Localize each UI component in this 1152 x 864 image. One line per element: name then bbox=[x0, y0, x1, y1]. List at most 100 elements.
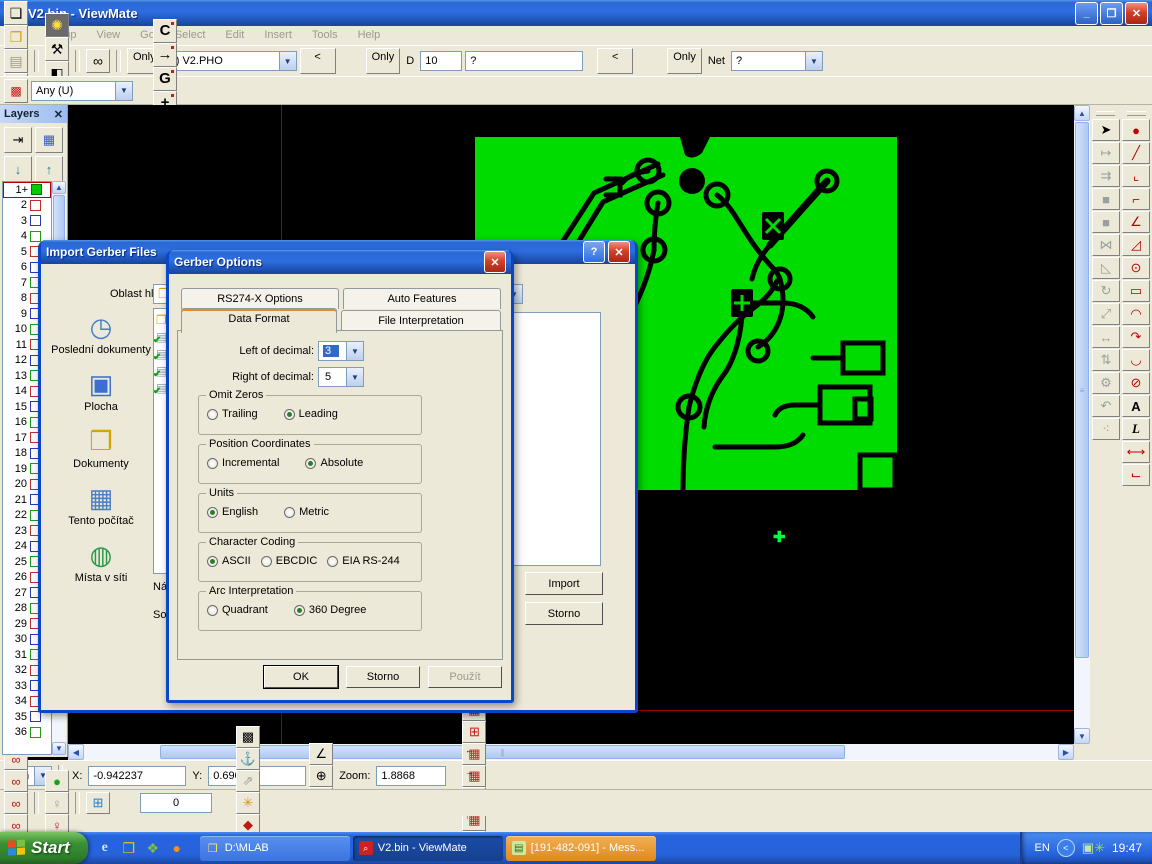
select-pointer-icon[interactable]: ➤ bbox=[1092, 119, 1120, 141]
radio-360-degree[interactable]: 360 Degree bbox=[294, 604, 367, 616]
dialog-titlebar[interactable]: Gerber Options ✕ bbox=[169, 250, 511, 274]
dcode-query-input[interactable]: ? bbox=[465, 51, 583, 71]
radio-english[interactable]: English bbox=[207, 506, 258, 518]
horizontal-scrollbar[interactable]: ◀ ∥ ▶ bbox=[68, 744, 1074, 760]
tab-data-format[interactable]: Data Format bbox=[181, 308, 337, 333]
layers-panel-titlebar[interactable]: Layers ✕ bbox=[0, 105, 67, 123]
draw-arc-angle-icon[interactable]: ∠ bbox=[1122, 211, 1150, 233]
ok-button[interactable]: OK bbox=[264, 666, 338, 688]
radio-ebcdic[interactable]: EBCDIC bbox=[261, 555, 318, 567]
chevron-down-icon[interactable]: ▼ bbox=[346, 368, 363, 386]
scroll-up-icon[interactable]: ▲ bbox=[52, 181, 66, 194]
draw-arc2-icon[interactable]: ↷ bbox=[1122, 326, 1150, 348]
draw-dimension-icon[interactable]: ⟷ bbox=[1122, 441, 1150, 463]
right-of-decimal-combo[interactable]: 5 ▼ bbox=[318, 367, 364, 387]
vertical-scrollbar[interactable]: ▲ ≡ ▼ bbox=[1074, 105, 1090, 744]
rotate-icon[interactable]: ↻ bbox=[1092, 280, 1120, 302]
layer-color-swatch[interactable] bbox=[30, 215, 41, 226]
taskbar-task--191-482-091-mess-[interactable]: ▤[191-482-091] - Mess... bbox=[506, 836, 656, 861]
scroll-right-icon[interactable]: ▶ bbox=[1058, 744, 1074, 760]
radio-ascii[interactable]: ASCII bbox=[207, 555, 251, 567]
radio-incremental[interactable]: Incremental bbox=[207, 457, 279, 469]
move-to-icon[interactable]: ↦ bbox=[1092, 142, 1120, 164]
taskbar-task-v2-bin-viewmate[interactable]: ⌕V2.bin - ViewMate bbox=[353, 836, 503, 861]
layer-row-36[interactable]: 36 bbox=[3, 725, 51, 741]
draw-curve-icon[interactable]: ◠ bbox=[1122, 303, 1150, 325]
cancel-button[interactable]: Storno bbox=[525, 602, 603, 625]
close-icon[interactable]: ✕ bbox=[54, 108, 63, 121]
layer-select-combo[interactable]: 1) V2.PHO▼ bbox=[165, 51, 297, 71]
layer-color-swatch[interactable] bbox=[30, 231, 41, 242]
angle-icon[interactable]: ∠ bbox=[309, 743, 333, 765]
restore-button[interactable]: ❐ bbox=[1100, 2, 1123, 25]
tab-file-interpretation[interactable]: File Interpretation bbox=[341, 310, 501, 332]
table-window-icon[interactable]: ⊞ bbox=[86, 792, 110, 814]
gear-icon[interactable]: ⚙ bbox=[1092, 372, 1120, 394]
draw-outline-icon[interactable]: ⌐ bbox=[1122, 188, 1150, 210]
selected-files-list[interactable] bbox=[513, 312, 601, 566]
menu-item-select[interactable]: Select bbox=[175, 29, 206, 42]
minimize-button[interactable]: _ bbox=[1075, 2, 1098, 25]
skew-icon[interactable]: ◺ bbox=[1092, 257, 1120, 279]
scroll-down-icon[interactable]: ▼ bbox=[52, 742, 66, 755]
close-button[interactable]: ✕ bbox=[1125, 2, 1148, 25]
only-dcode-button[interactable]: Only bbox=[366, 48, 401, 74]
close-button[interactable]: ✕ bbox=[484, 251, 506, 273]
x-coordinate-field[interactable]: -0.942237 bbox=[88, 766, 186, 786]
net-select-combo[interactable]: ?▼ bbox=[731, 51, 823, 71]
tools-icon[interactable]: ⚒ bbox=[45, 37, 69, 61]
layer-color-swatch[interactable] bbox=[31, 184, 42, 195]
draw-ellipse-icon[interactable]: ⊘ bbox=[1122, 372, 1150, 394]
tray-notes-icon[interactable]: ▣ bbox=[1082, 840, 1094, 855]
menu-item-insert[interactable]: Insert bbox=[264, 29, 292, 42]
flash-star-icon[interactable]: ✳ bbox=[236, 792, 260, 814]
draw-triangle-icon[interactable]: ◿ bbox=[1122, 234, 1150, 256]
save-icon[interactable]: ▤ bbox=[4, 49, 28, 73]
aperture-star-icon[interactable]: ✺ bbox=[45, 13, 69, 37]
chevron-down-icon[interactable]: ▼ bbox=[115, 82, 132, 100]
place-desktop-icon[interactable]: ▣Plocha bbox=[51, 369, 151, 413]
nudge-icon[interactable]: ⇅ bbox=[1092, 349, 1120, 371]
draw-circle-icon[interactable]: ⊙ bbox=[1122, 257, 1150, 279]
view-traces-glasses-icon[interactable]: ∞ bbox=[4, 770, 28, 792]
traffic-light-icon[interactable]: ● bbox=[45, 770, 69, 792]
icq-flower-icon[interactable]: ✳ bbox=[1094, 840, 1105, 855]
menu-item-tools[interactable]: Tools bbox=[312, 29, 338, 42]
origin-crosshair-icon[interactable]: ⊕ bbox=[309, 765, 333, 787]
taskbar-task-d-mlab[interactable]: ❒D:\MLAB bbox=[200, 836, 350, 861]
selection-grid-icon[interactable]: ▩ bbox=[4, 79, 28, 103]
draw-rect-icon[interactable]: ▭ bbox=[1122, 280, 1150, 302]
draw-polyline-icon[interactable]: ⌞ bbox=[1122, 165, 1150, 187]
mirror-icon[interactable]: ⋈ bbox=[1092, 234, 1120, 256]
zoom-field[interactable]: 1.8868 bbox=[376, 766, 446, 786]
only-net-button[interactable]: Only bbox=[667, 48, 702, 74]
menu-item-view[interactable]: View bbox=[96, 29, 120, 42]
collapse-tray-icon[interactable]: < bbox=[1057, 839, 1075, 857]
layer-down-icon[interactable]: ↓ bbox=[4, 156, 32, 182]
radio-absolute[interactable]: Absolute bbox=[305, 457, 363, 469]
horizontal-scroll-thumb[interactable]: ∥ bbox=[160, 745, 845, 759]
dcode-input[interactable]: 10 bbox=[420, 51, 462, 71]
place-my-computer-icon[interactable]: ▦Tento počítač bbox=[51, 483, 151, 527]
scroll-left-icon[interactable]: ◀ bbox=[68, 744, 84, 760]
scroll-down-icon[interactable]: ▼ bbox=[1074, 728, 1090, 744]
anchor-icon[interactable]: ⚓ bbox=[236, 748, 260, 770]
measure-glasses-icon[interactable]: ∞ bbox=[86, 49, 110, 73]
layer-color-swatch[interactable] bbox=[30, 200, 41, 211]
close-button[interactable]: ✕ bbox=[608, 241, 630, 263]
copy-to-icon[interactable]: ⇉ bbox=[1092, 165, 1120, 187]
quick-folder-icon[interactable]: ❒ bbox=[120, 839, 138, 857]
chevron-down-icon[interactable]: ▼ bbox=[346, 342, 363, 360]
draw-label-icon[interactable]: L bbox=[1122, 418, 1150, 440]
tab-auto-features[interactable]: Auto Features bbox=[343, 288, 501, 309]
bulb-icon[interactable]: ♀ bbox=[45, 792, 69, 814]
help-button[interactable]: ? bbox=[583, 241, 605, 263]
draw-arc3-icon[interactable]: ◡ bbox=[1122, 349, 1150, 371]
grid-step-field[interactable]: 0 bbox=[140, 793, 212, 813]
draw-corner-icon[interactable]: ⌙ bbox=[1122, 464, 1150, 486]
place-documents-folder-icon[interactable]: ❒Dokumenty bbox=[51, 426, 151, 470]
draw-pad-icon[interactable]: ● bbox=[1122, 119, 1150, 141]
layer-table-icon[interactable]: ▦ bbox=[35, 127, 63, 153]
pan-right-icon[interactable]: ▦→ bbox=[462, 765, 486, 787]
radio-metric[interactable]: Metric bbox=[284, 506, 329, 518]
